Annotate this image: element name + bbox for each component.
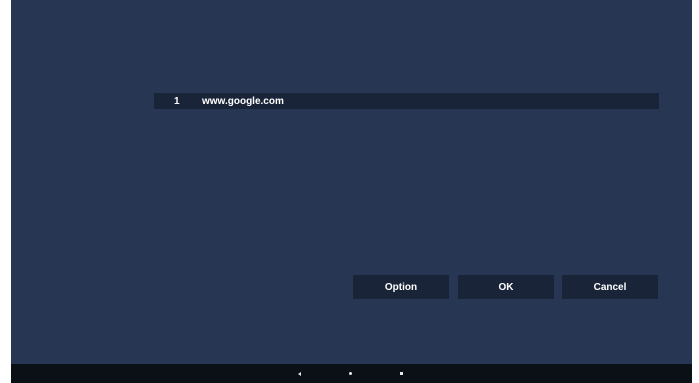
screen: 1 www.google.com Option OK Cancel	[11, 0, 692, 383]
list-item[interactable]: 1 www.google.com	[154, 93, 659, 109]
home-icon[interactable]	[343, 364, 357, 383]
back-triangle-icon	[297, 371, 301, 376]
recent-apps-icon[interactable]	[394, 364, 408, 383]
list-item-index: 1	[174, 95, 180, 107]
list-item-url: www.google.com	[202, 95, 284, 107]
back-icon[interactable]	[292, 364, 306, 383]
option-button[interactable]: Option	[353, 275, 449, 299]
cancel-button[interactable]: Cancel	[562, 275, 658, 299]
home-dot-icon	[348, 372, 352, 375]
ok-button[interactable]: OK	[458, 275, 554, 299]
navigation-bar	[11, 364, 692, 383]
recent-apps-square-icon	[399, 372, 403, 375]
